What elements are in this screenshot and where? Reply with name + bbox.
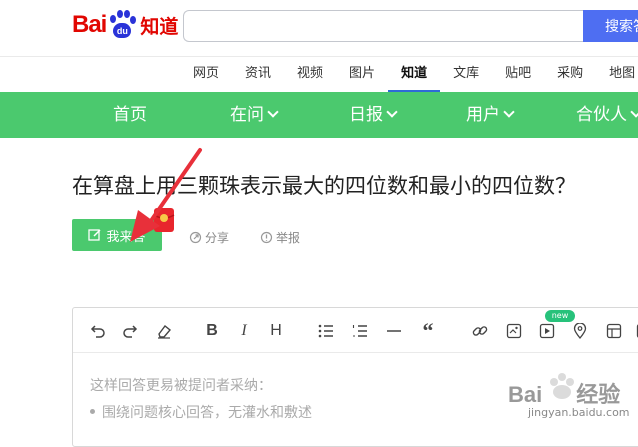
- channel-zhidao[interactable]: 知道: [388, 58, 440, 92]
- channel-map[interactable]: 地图: [596, 58, 638, 92]
- nav-home-label: 首页: [113, 105, 147, 125]
- logo-du-text: du: [113, 23, 131, 38]
- bullet-icon: [90, 409, 95, 414]
- bullet-list-icon[interactable]: [315, 320, 337, 342]
- nav-daily[interactable]: 日报: [349, 92, 396, 138]
- nav-partner-label: 合伙人: [576, 105, 627, 125]
- search-button[interactable]: 搜索答案: [583, 10, 638, 42]
- logo-bai-text: Bai: [72, 11, 106, 39]
- report-link[interactable]: 举报: [260, 229, 300, 246]
- chevron-down-icon: [503, 106, 514, 117]
- edit-icon: [88, 228, 102, 242]
- chevron-down-icon: [267, 106, 278, 117]
- channel-wenku[interactable]: 文库: [440, 58, 492, 92]
- search-input[interactable]: [183, 10, 583, 42]
- undo-icon[interactable]: [87, 320, 109, 342]
- divider-icon[interactable]: [383, 320, 405, 342]
- bold-icon[interactable]: B: [201, 320, 223, 342]
- report-icon: [260, 231, 273, 244]
- channel-caigou[interactable]: 采购: [544, 58, 596, 92]
- annotation-arrow-icon: [120, 146, 210, 246]
- main-nav: 首页 在问 日报 用户 合伙人: [0, 92, 638, 138]
- header-divider: [0, 56, 638, 57]
- nav-home[interactable]: 首页: [113, 92, 147, 138]
- editor-hint-item: 围绕问题核心回答，无灌水和敷述: [90, 402, 312, 422]
- image-icon[interactable]: [503, 320, 525, 342]
- new-badge: new: [545, 310, 575, 322]
- layout-icon[interactable]: [633, 320, 638, 342]
- link-icon[interactable]: [469, 320, 491, 342]
- editor-hint-text: 围绕问题核心回答，无灌水和敷述: [102, 405, 312, 421]
- watermark-text: Bai 经验: [508, 377, 620, 409]
- editor-hint-title: 这样回答更易被提问者采纳：: [90, 375, 272, 395]
- eraser-icon[interactable]: [153, 320, 175, 342]
- nav-user[interactable]: 用户: [466, 92, 513, 138]
- channel-video[interactable]: 视频: [284, 58, 336, 92]
- channel-web[interactable]: 网页: [180, 58, 232, 92]
- paw-icon: du: [107, 10, 137, 40]
- video-icon[interactable]: [536, 320, 558, 342]
- chevron-down-icon: [386, 106, 397, 117]
- nav-partner[interactable]: 合伙人: [576, 92, 638, 138]
- heading-icon[interactable]: H: [265, 320, 287, 342]
- nav-ask-label: 在问: [230, 105, 264, 125]
- watermark-url: jingyan.baidu.com: [528, 406, 630, 419]
- channel-news[interactable]: 资讯: [232, 58, 284, 92]
- chevron-down-icon: [630, 106, 638, 117]
- logo-zhidao-text: 知道: [140, 12, 178, 39]
- baidu-zhidao-logo[interactable]: Bai du 知道: [72, 8, 178, 42]
- nav-user-label: 用户: [466, 105, 500, 125]
- channel-image[interactable]: 图片: [336, 58, 388, 92]
- watermark-jingyan: 经验: [576, 382, 620, 407]
- italic-icon[interactable]: I: [233, 320, 255, 342]
- table-icon[interactable]: [603, 320, 625, 342]
- redo-icon[interactable]: [119, 320, 141, 342]
- nav-ask[interactable]: 在问: [230, 92, 277, 138]
- nav-daily-label: 日报: [349, 105, 383, 125]
- numbered-list-icon[interactable]: [349, 320, 371, 342]
- quote-icon[interactable]: “: [417, 320, 439, 342]
- watermark-bai: Bai: [508, 382, 542, 407]
- location-icon[interactable]: [569, 320, 591, 342]
- report-label: 举报: [276, 229, 300, 246]
- channel-nav: 网页 资讯 视频 图片 知道 文库 贴吧 采购 地图: [180, 58, 638, 92]
- channel-tieba[interactable]: 贴吧: [492, 58, 544, 92]
